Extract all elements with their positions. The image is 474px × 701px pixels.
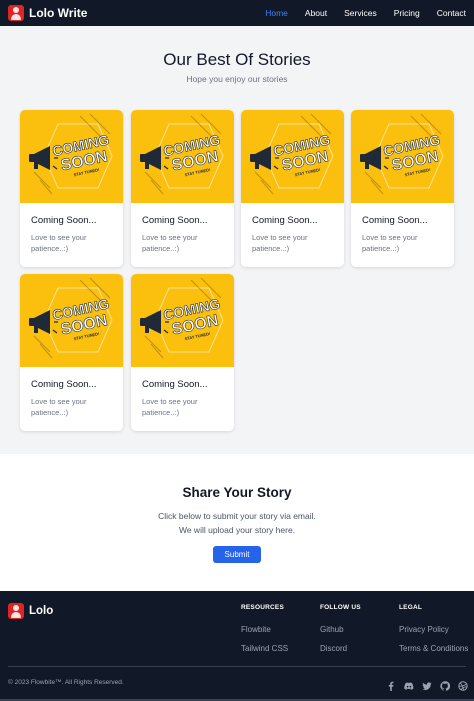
story-card-description: Love to see your patience..:): [362, 233, 418, 253]
footer-heading: LEGAL: [399, 604, 423, 611]
coming-soon-image: COMING SOON STAY TUNED!: [131, 110, 234, 203]
share-text-line2: We will upload your story here.: [178, 525, 296, 535]
brand[interactable]: Lolo Write: [8, 5, 87, 21]
brand-name: Lolo Write: [29, 6, 88, 20]
story-card[interactable]: COMING SOON STAY TUNED! Coming Soon... Love …: [351, 110, 454, 267]
stories-subtitle: Hope you enjoy our stories: [186, 74, 288, 84]
coming-soon-image: COMING SOON STAY TUNED!: [20, 274, 123, 367]
story-card-title: Coming Soon...: [362, 215, 428, 226]
facebook-icon[interactable]: [386, 678, 396, 691]
story-card-description: Love to see your patience..:): [142, 233, 198, 253]
social-links: [386, 678, 468, 691]
story-card[interactable]: COMING SOON STAY TUNED! Coming Soon... Love …: [20, 274, 123, 431]
share-text-line1: Click below to submit your story via ema…: [158, 511, 316, 521]
nav-link-contact[interactable]: Contact: [437, 8, 466, 18]
stories-section: Our Best Of Stories Hope you enjoy our s…: [0, 26, 474, 454]
nav-link-home[interactable]: Home: [265, 8, 288, 18]
coming-soon-image: COMING SOON STAY TUNED!: [241, 110, 344, 203]
footer-heading: FOLLOW US: [320, 604, 361, 611]
story-card-title: Coming Soon...: [252, 215, 318, 226]
story-card[interactable]: COMING SOON STAY TUNED! Coming Soon... Love …: [20, 110, 123, 267]
share-title: Share Your Story: [182, 485, 292, 500]
footer-divider: [8, 666, 466, 667]
story-card-title: Coming Soon...: [31, 379, 97, 390]
footer-link-terms[interactable]: Terms & Conditions: [399, 644, 468, 653]
nav-link-services[interactable]: Services: [344, 8, 377, 18]
nav-links: Home About Services Pricing Contact: [248, 0, 466, 26]
footer-link-tailwind[interactable]: Tailwind CSS: [241, 644, 288, 653]
story-card[interactable]: COMING SOON STAY TUNED! Coming Soon... Love …: [131, 110, 234, 267]
footer-link-privacy[interactable]: Privacy Policy: [399, 625, 449, 634]
footer-column-resources: RESOURCES Flowbite Tailwind CSS: [241, 604, 288, 653]
dribbble-icon[interactable]: [458, 678, 468, 691]
story-card-description: Love to see your patience..:): [31, 233, 87, 253]
footer-column-legal: LEGAL Privacy Policy Terms & Conditions: [399, 604, 468, 653]
story-card-description: Love to see your patience..:): [252, 233, 308, 253]
footer: Lolo RESOURCES Flowbite Tailwind CSS FOL…: [0, 591, 474, 701]
twitter-icon[interactable]: [422, 678, 432, 690]
github-icon[interactable]: [440, 678, 451, 691]
coming-soon-image: COMING SOON STAY TUNED!: [131, 274, 234, 367]
footer-brand-name: Lolo: [29, 605, 54, 617]
logo-icon: [8, 5, 24, 21]
nav-link-about[interactable]: About: [305, 8, 327, 18]
coming-soon-image: COMING SOON STAY TUNED!: [351, 110, 454, 203]
submit-button[interactable]: Submit: [213, 546, 261, 563]
footer-link-discord[interactable]: Discord: [320, 644, 347, 653]
share-section: Share Your Story Click below to submit y…: [0, 454, 474, 591]
story-card[interactable]: COMING SOON STAY TUNED! Coming Soon... Love …: [131, 274, 234, 431]
story-card-description: Love to see your patience..:): [31, 397, 87, 417]
footer-column-follow: FOLLOW US Github Discord: [320, 604, 361, 653]
story-card-title: Coming Soon...: [142, 215, 208, 226]
footer-link-flowbite[interactable]: Flowbite: [241, 625, 271, 634]
nav-link-pricing[interactable]: Pricing: [394, 8, 420, 18]
story-card-description: Love to see your patience..:): [142, 397, 198, 417]
footer-heading: RESOURCES: [241, 604, 284, 611]
story-card[interactable]: COMING SOON STAY TUNED! Coming Soon... Love …: [241, 110, 344, 267]
logo-icon: [8, 603, 24, 619]
story-card-title: Coming Soon...: [142, 379, 208, 390]
footer-link-github[interactable]: Github: [320, 625, 344, 634]
footer-brand[interactable]: Lolo: [8, 603, 53, 619]
discord-icon[interactable]: [404, 678, 414, 690]
coming-soon-image: COMING SOON STAY TUNED!: [20, 110, 123, 203]
stories-title: Our Best Of Stories: [163, 50, 311, 69]
copyright: © 2023 Flowbite™. All Rights Reserved.: [8, 679, 124, 686]
navbar: Lolo Write Home About Services Pricing C…: [0, 0, 474, 26]
story-card-title: Coming Soon...: [31, 215, 97, 226]
